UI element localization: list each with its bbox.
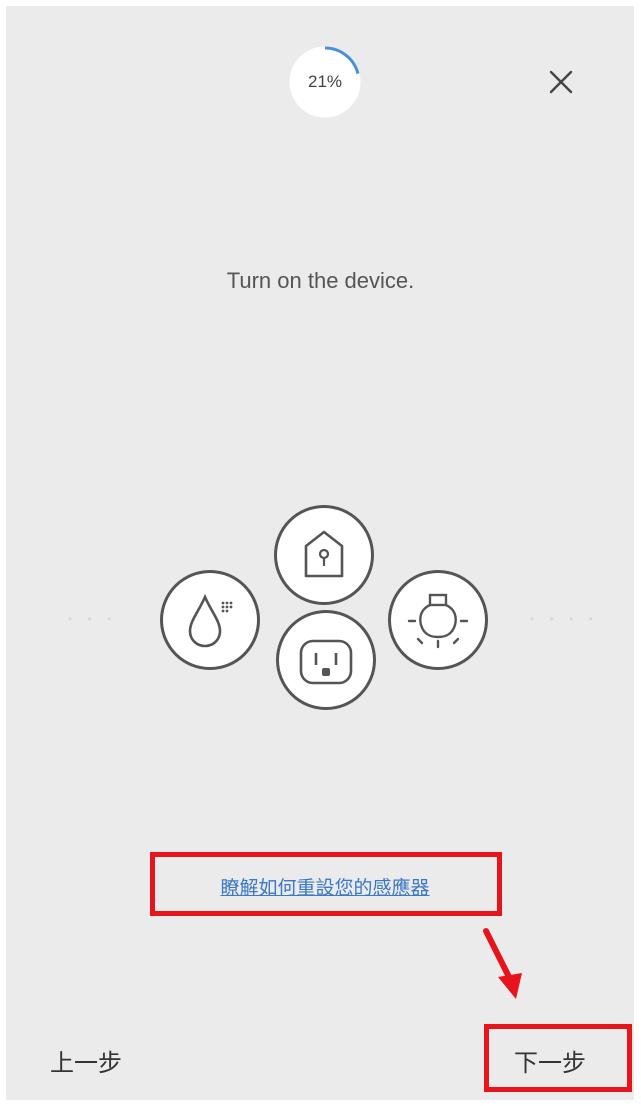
back-button[interactable]: 上一步	[50, 1043, 122, 1078]
annotation-highlight-box-next	[484, 1024, 632, 1092]
close-icon	[549, 70, 573, 94]
power-outlet-icon	[276, 610, 376, 710]
light-bulb-icon	[388, 570, 488, 670]
progress-percent: 21%	[307, 72, 343, 91]
progress-indicator: 21%	[287, 44, 363, 120]
left-signal-dots: • • •	[68, 612, 118, 626]
right-signal-dots: • • • •	[530, 612, 599, 626]
instruction-text: Turn on the device.	[226, 268, 415, 293]
house-sensor-icon	[274, 505, 374, 605]
close-button[interactable]	[543, 64, 579, 100]
annotation-highlight-box	[150, 852, 502, 916]
annotation-arrow-icon	[483, 928, 522, 999]
water-drop-icon	[160, 570, 260, 670]
